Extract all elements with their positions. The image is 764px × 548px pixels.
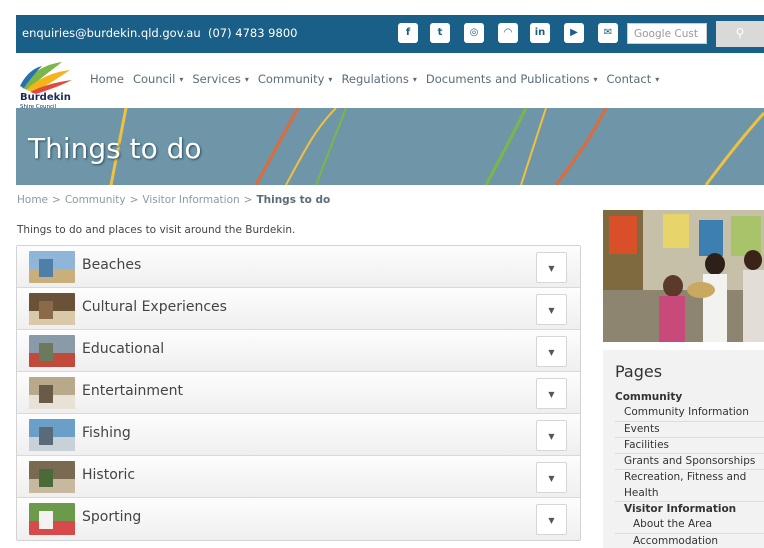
chevron-down-icon: ▾	[328, 75, 333, 84]
category-thumbnail	[29, 419, 75, 451]
category-thumbnail	[29, 335, 75, 367]
chevron-down-icon: ▾	[412, 75, 417, 84]
sidebar-page-link[interactable]: Community	[615, 390, 764, 405]
category-thumbnail	[29, 377, 75, 409]
contact-phone-link[interactable]: (07) 4783 9800	[208, 26, 297, 40]
chevron-down-icon: ▼	[548, 390, 555, 399]
category-label: Educational	[82, 341, 165, 357]
facebook-icon[interactable]: f	[398, 23, 418, 43]
category-label: Entertainment	[82, 383, 184, 399]
intro-text: Things to do and places to visit around …	[17, 224, 296, 236]
nav-item-label: Services	[192, 72, 241, 86]
category-thumbnail	[29, 293, 75, 325]
category-accordion: Beaches ▼ Cultural Experiences ▼ Educational…	[16, 245, 581, 541]
breadcrumb: Home > Community > Visitor Information > Thing…	[17, 194, 330, 206]
chevron-down-icon: ▼	[548, 432, 555, 441]
breadcrumb-separator: >	[129, 194, 139, 206]
sidebar-pages: Pages Community Community Information Even…	[603, 350, 764, 548]
category-label: Historic	[82, 467, 136, 483]
nav-item-council[interactable]: Council ▾	[133, 72, 183, 86]
breadcrumb-separator: >	[243, 194, 253, 206]
instagram-icon[interactable]: ◎	[464, 23, 484, 43]
page-banner: Things to do	[16, 108, 764, 185]
sidebar-page-link[interactable]: About the Area	[615, 517, 764, 534]
search-button[interactable]: ⚲	[716, 21, 764, 47]
category-thumbnail	[29, 461, 75, 493]
main-nav: Home Council ▾ Services ▾ Community ▾ Regulatio…	[90, 72, 668, 86]
nav-item-community[interactable]: Community ▾	[258, 72, 333, 86]
chevron-down-icon: ▼	[548, 516, 555, 525]
chevron-down-icon: ▾	[593, 75, 598, 84]
contact-email-link[interactable]: enquiries@burdekin.qld.gov.au	[22, 26, 201, 40]
rss-icon[interactable]: ◠	[498, 23, 518, 43]
category-row-sporting[interactable]: Sporting ▼	[17, 498, 580, 540]
category-label: Cultural Experiences	[82, 299, 227, 315]
page-title: Things to do	[28, 132, 202, 165]
expand-toggle-button[interactable]: ▼	[536, 462, 567, 493]
site-search-input[interactable]: Google Cust	[627, 23, 707, 44]
nav-item-label: Documents and Publications	[425, 72, 590, 86]
sidebar-page-link[interactable]: Visitor Information	[615, 502, 764, 517]
nav-item-label: Contact	[606, 72, 652, 86]
breadcrumb-link[interactable]: Home	[17, 194, 48, 206]
chevron-down-icon: ▾	[655, 75, 660, 84]
sidebar-page-list: Community Community Information Events Faci…	[615, 390, 764, 548]
sidebar-page-link[interactable]: Accommodation	[615, 534, 764, 548]
nav-item-label: Council	[132, 72, 176, 86]
nav-item-documents-and-publications[interactable]: Documents and Publications ▾	[426, 72, 598, 86]
nav-item-label: Home	[90, 72, 124, 86]
nav-item-label: Regulations	[341, 72, 409, 86]
chevron-down-icon: ▾	[244, 75, 249, 84]
category-row-entertainment[interactable]: Entertainment ▼	[17, 372, 580, 414]
search-icon: ⚲	[735, 26, 745, 40]
sidebar-title: Pages	[615, 362, 663, 381]
chevron-down-icon: ▾	[179, 75, 184, 84]
nav-item-services[interactable]: Services ▾	[192, 72, 249, 86]
category-label: Sporting	[82, 509, 142, 525]
breadcrumb-separator: >	[52, 194, 61, 206]
category-label: Beaches	[82, 257, 142, 273]
category-row-fishing[interactable]: Fishing ▼	[17, 414, 580, 456]
expand-toggle-button[interactable]: ▼	[536, 504, 567, 535]
nav-item-home[interactable]: Home	[90, 72, 124, 86]
top-contact-bar: enquiries@burdekin.qld.gov.au (07) 4783 …	[16, 15, 764, 53]
category-row-cultural-experiences[interactable]: Cultural Experiences ▼	[17, 288, 580, 330]
category-thumbnail	[29, 503, 75, 535]
expand-toggle-button[interactable]: ▼	[536, 252, 567, 283]
twitter-icon[interactable]: t	[430, 23, 450, 43]
sidebar-page-link[interactable]: Community Information	[615, 405, 764, 422]
youtube-icon[interactable]: ▶	[564, 23, 584, 43]
expand-toggle-button[interactable]: ▼	[536, 336, 567, 367]
nav-item-regulations[interactable]: Regulations ▾	[341, 72, 416, 86]
category-label: Fishing	[82, 425, 131, 441]
expand-toggle-button[interactable]: ▼	[536, 420, 567, 451]
art-gallery-photo	[603, 210, 764, 342]
breadcrumb-current: Things to do	[256, 194, 331, 206]
category-row-educational[interactable]: Educational ▼	[17, 330, 580, 372]
chevron-down-icon: ▼	[548, 474, 555, 483]
linkedin-icon[interactable]: in	[530, 23, 550, 43]
category-thumbnail	[29, 251, 75, 283]
expand-toggle-button[interactable]: ▼	[536, 294, 567, 325]
nav-item-label: Community	[257, 72, 325, 86]
sidebar-page-link[interactable]: Recreation, Fitness and Health	[615, 470, 764, 503]
chevron-down-icon: ▼	[548, 348, 555, 357]
sidebar-page-link[interactable]: Grants and Sponsorships	[615, 454, 764, 471]
logo-title: Burdekin	[20, 92, 71, 103]
sidebar-page-link[interactable]: Facilities	[615, 438, 764, 455]
chevron-down-icon: ▼	[548, 306, 555, 315]
nav-item-contact[interactable]: Contact ▾	[607, 72, 660, 86]
email-icon[interactable]: ✉	[598, 23, 618, 43]
expand-toggle-button[interactable]: ▼	[536, 378, 567, 409]
category-row-beaches[interactable]: Beaches ▼	[17, 246, 580, 288]
sidebar-page-link[interactable]: Events	[615, 422, 764, 438]
breadcrumb-link[interactable]: Visitor Information	[142, 194, 239, 206]
category-row-historic[interactable]: Historic ▼	[17, 456, 580, 498]
chevron-down-icon: ▼	[548, 264, 555, 273]
breadcrumb-link[interactable]: Community	[65, 194, 126, 206]
